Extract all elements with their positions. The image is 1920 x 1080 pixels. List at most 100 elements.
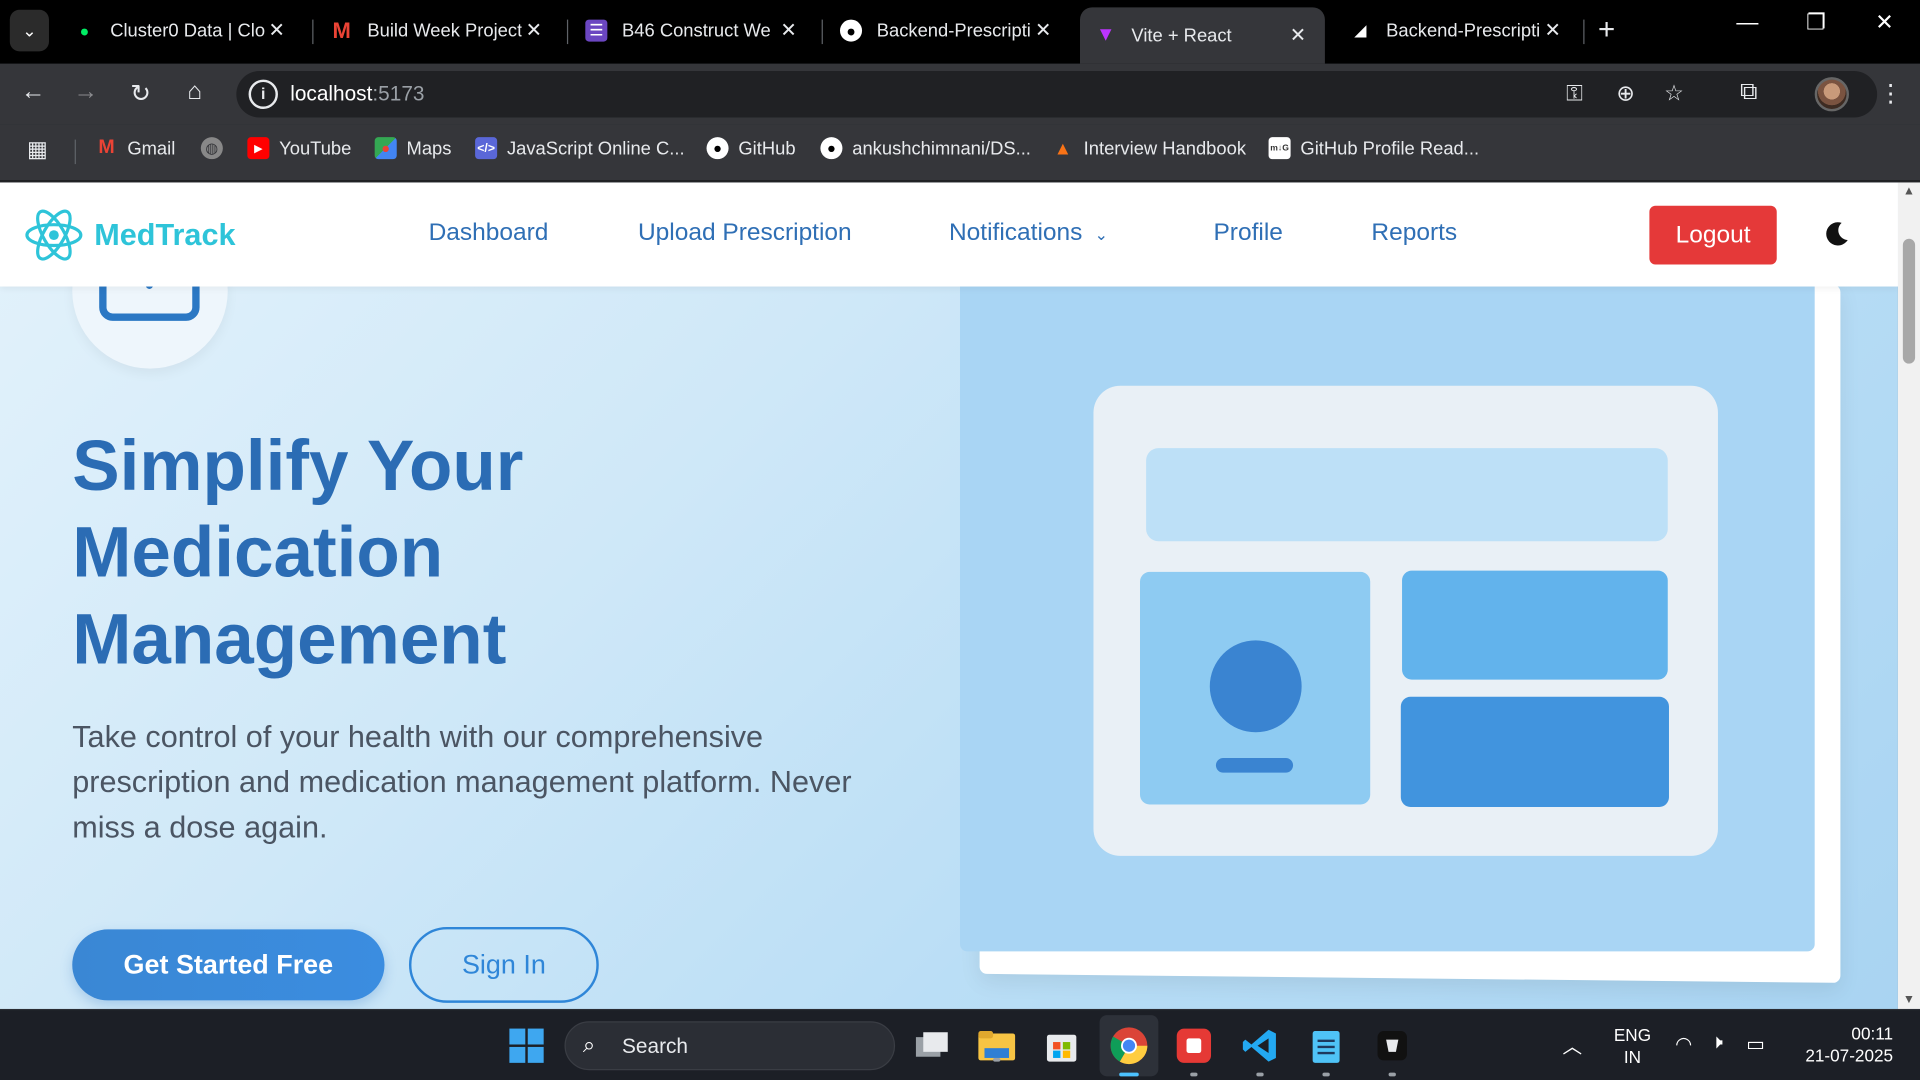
profile-avatar[interactable]: [1814, 77, 1849, 112]
web-page: MedTrack Dashboard Upload Prescription N…: [0, 182, 1898, 1009]
nav-notifications[interactable]: Notifications ⌄: [949, 219, 1108, 247]
react-atom-icon: [25, 209, 83, 261]
address-bar[interactable]: i localhost:5173 ⚿ ⊕ ☆: [236, 71, 1878, 118]
bookmark-interview-handbook[interactable]: ▲ Interview Handbook: [1052, 137, 1246, 159]
close-icon[interactable]: ✕: [264, 18, 288, 42]
hero-title: Simplify Your Medication Management: [72, 426, 524, 680]
tab-label: B46 Construct We: [622, 20, 771, 42]
globe-icon: ◍: [200, 137, 223, 160]
task-view-icon[interactable]: [911, 1025, 953, 1067]
bookmark-github-repo[interactable]: ● ankushchimnani/DS...: [820, 137, 1031, 160]
extensions-icon[interactable]: ⧉: [1740, 78, 1757, 106]
bookmark-js-compiler[interactable]: </> JavaScript Online C...: [475, 137, 685, 160]
notepad-icon[interactable]: [1305, 1025, 1347, 1077]
bookmarks-bar: ▦ M Gmail ◍ ▶ YouTube ● Maps </> JavaScr…: [0, 124, 1920, 182]
red-app-icon[interactable]: [1173, 1025, 1215, 1077]
tab-search-button[interactable]: ⌄: [9, 9, 49, 52]
bookmark-github[interactable]: ● GitHub: [706, 137, 796, 160]
back-icon[interactable]: ←: [17, 78, 49, 106]
reload-icon[interactable]: ↻: [125, 78, 157, 109]
browser-tab-strip: ⌄ ● Cluster0 Data | Clo ✕ M Build Week P…: [0, 0, 1920, 64]
search-icon: ⌕: [582, 1032, 596, 1057]
brand-logo-link[interactable]: MedTrack: [24, 206, 236, 265]
nav-dashboard[interactable]: Dashboard: [429, 219, 549, 247]
key-icon[interactable]: ⚿: [1566, 81, 1583, 107]
nav-upload-prescription[interactable]: Upload Prescription: [638, 219, 852, 247]
browser-tab[interactable]: ● Cluster0 Data | Clo ✕: [59, 7, 304, 54]
vite-icon: ▼: [1096, 24, 1116, 46]
brand-name: MedTrack: [94, 217, 236, 252]
forward-icon[interactable]: →: [70, 78, 102, 106]
illustration-block-top: [1402, 570, 1668, 680]
chevron-down-icon: ⌄: [1094, 225, 1108, 244]
cone-icon: ▲: [1053, 137, 1072, 159]
scrollbar-thumb[interactable]: [1902, 238, 1916, 364]
apps-grid-icon[interactable]: ▦: [27, 137, 48, 163]
github-icon: ●: [706, 137, 729, 160]
wifi-icon[interactable]: ◠: [1675, 1032, 1692, 1056]
new-tab-button[interactable]: +: [1598, 14, 1615, 47]
bookmark-globe[interactable]: ◍: [200, 137, 233, 160]
browser-tab-active[interactable]: ▼ Vite + React ✕: [1080, 7, 1325, 64]
get-started-button[interactable]: Get Started Free: [72, 929, 385, 1001]
illustration-block-bottom: [1400, 696, 1669, 807]
close-window-button[interactable]: ✕: [1860, 10, 1909, 36]
logout-button[interactable]: Logout: [1649, 205, 1777, 265]
close-icon[interactable]: ✕: [1540, 18, 1564, 42]
nav-reports[interactable]: Reports: [1371, 219, 1457, 247]
code-icon: </>: [475, 137, 498, 160]
minimize-button[interactable]: —: [1723, 10, 1772, 36]
bookmark-star-icon[interactable]: ☆: [1664, 81, 1684, 107]
battery-icon[interactable]: ▭: [1746, 1032, 1765, 1056]
browser-tab[interactable]: ● Backend-Prescripti ✕: [825, 7, 1070, 54]
zoom-icon[interactable]: ⊕: [1616, 81, 1634, 107]
scroll-up-arrow-icon[interactable]: ▲: [1903, 185, 1915, 198]
bookmark-gmail[interactable]: M Gmail: [96, 137, 175, 159]
tab-label: Build Week Project: [367, 20, 522, 42]
hero-subtitle: Take control of your health with our com…: [72, 720, 852, 845]
nav-profile[interactable]: Profile: [1213, 219, 1282, 247]
vscode-icon[interactable]: [1239, 1025, 1281, 1077]
browser-tab[interactable]: ◢ Backend-Prescripti ✕: [1335, 7, 1580, 54]
taskbar-clock[interactable]: 00:11 21-07-2025: [1795, 1022, 1893, 1066]
windows-start-icon[interactable]: [506, 1025, 548, 1067]
tab-label: Backend-Prescripti: [876, 20, 1031, 42]
scroll-down-arrow-icon[interactable]: ▼: [1903, 993, 1915, 1006]
bookmark-github-readme[interactable]: m↓G GitHub Profile Read...: [1268, 137, 1479, 160]
chrome-icon[interactable]: [1108, 1025, 1150, 1077]
github-icon: ●: [840, 19, 863, 42]
home-icon[interactable]: ⌂: [179, 78, 211, 106]
github-icon: ●: [820, 137, 843, 160]
page-scrollbar[interactable]: ▲ ▼: [1897, 182, 1920, 1009]
gmail-icon: M: [332, 17, 351, 43]
close-icon[interactable]: ✕: [1031, 18, 1055, 42]
microsoft-store-icon[interactable]: [1041, 1025, 1083, 1067]
close-icon[interactable]: ✕: [1286, 23, 1310, 47]
windows-taskbar: ⌕ Search ︿ ENG IN ◠ 🕨 ▭ 00:11 21-07-2025: [0, 1008, 1920, 1080]
tab-label: Backend-Prescripti: [1386, 20, 1541, 42]
browser-tab[interactable]: ☰ B46 Construct We ✕: [571, 7, 816, 54]
readme-icon: m↓G: [1268, 137, 1291, 160]
browser-tab[interactable]: M Build Week Project ✕: [316, 7, 561, 54]
gmail-icon: M: [98, 137, 115, 158]
file-explorer-icon[interactable]: [976, 1025, 1018, 1067]
language-indicator[interactable]: ENG IN: [1614, 1024, 1651, 1068]
illustration-name-line: [1215, 757, 1294, 773]
tab-label: Cluster0 Data | Clo: [110, 20, 265, 42]
bookmark-youtube[interactable]: ▶ YouTube: [247, 137, 351, 160]
restore-button[interactable]: ❐: [1791, 10, 1840, 36]
terminal-app-icon[interactable]: [1371, 1025, 1413, 1077]
youtube-icon: ▶: [247, 137, 270, 160]
url-text[interactable]: localhost:5173: [290, 82, 424, 106]
menu-kebab-icon[interactable]: ⋮: [1878, 78, 1902, 109]
dark-mode-moon-icon[interactable]: [1822, 219, 1851, 248]
taskbar-search[interactable]: ⌕ Search: [564, 1021, 896, 1071]
site-info-icon[interactable]: i: [248, 79, 278, 109]
sign-in-button[interactable]: Sign In: [408, 926, 599, 1003]
close-icon[interactable]: ✕: [776, 18, 800, 42]
tray-overflow-chevron-icon[interactable]: ︿: [1562, 1030, 1582, 1059]
volume-icon[interactable]: 🕨: [1711, 1032, 1723, 1054]
bookmark-maps[interactable]: ● Maps: [374, 137, 451, 160]
close-icon[interactable]: ✕: [522, 18, 546, 42]
illustration-avatar: [1209, 640, 1302, 733]
